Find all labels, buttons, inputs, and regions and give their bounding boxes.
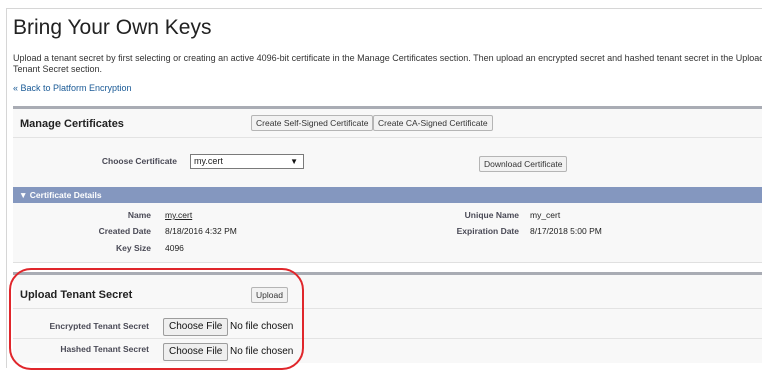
hashed-tenant-secret-label: Hashed Tenant Secret xyxy=(60,344,149,354)
manage-certificates-title: Manage Certificates xyxy=(20,118,124,130)
name-label: Name xyxy=(127,210,151,220)
created-date-label: Created Date xyxy=(98,226,151,236)
encrypted-tenant-secret-choose-file-button[interactable]: Choose File xyxy=(163,318,229,336)
choose-certificate-select[interactable]: my.cert ▼ xyxy=(190,154,304,169)
manage-certificates-header: Manage Certificates Create Self-Signed C… xyxy=(13,109,762,138)
certificate-details-header: ▼ Certificate Details xyxy=(19,190,102,200)
certificate-name-link[interactable]: my.cert xyxy=(165,210,192,220)
expiration-date-label: Expiration Date xyxy=(456,226,519,236)
key-size-value: 4096 xyxy=(165,243,184,253)
page-title: Bring Your Own Keys xyxy=(13,16,212,39)
back-to-platform-encryption-link[interactable]: « Back to Platform Encryption xyxy=(13,83,132,93)
certificate-details-toggle[interactable]: ▼ Certificate Details xyxy=(13,187,762,203)
choose-certificate-label: Choose Certificate xyxy=(101,156,177,166)
manage-certificates-panel: Manage Certificates Create Self-Signed C… xyxy=(13,106,762,263)
unique-name-value: my_cert xyxy=(530,210,561,220)
hashed-tenant-secret-choose-file-button[interactable]: Choose File xyxy=(163,343,229,361)
create-ca-signed-certificate-button[interactable]: Create CA-Signed Certificate xyxy=(373,115,493,131)
upload-tenant-secret-header: Upload Tenant Secret Upload xyxy=(13,275,762,309)
encrypted-tenant-secret-file-status: No file chosen xyxy=(230,321,294,332)
download-certificate-button[interactable]: Download Certificate xyxy=(479,156,568,172)
hashed-tenant-secret-file-status: No file chosen xyxy=(230,346,294,357)
unique-name-label: Unique Name xyxy=(464,210,519,220)
created-date-value: 8/18/2016 4:32 PM xyxy=(165,226,237,236)
page-description: Upload a tenant secret by first selectin… xyxy=(13,53,762,74)
row-divider xyxy=(13,338,762,339)
expiration-date-value: 8/17/2018 5:00 PM xyxy=(530,226,602,236)
encrypted-tenant-secret-label: Encrypted Tenant Secret xyxy=(49,321,149,331)
choose-certificate-value: my.cert xyxy=(194,156,223,166)
upload-tenant-secret-title: Upload Tenant Secret xyxy=(20,289,133,301)
upload-button[interactable]: Upload xyxy=(251,287,288,303)
create-self-signed-certificate-button[interactable]: Create Self-Signed Certificate xyxy=(251,115,374,131)
dropdown-arrow-icon: ▼ xyxy=(290,157,298,166)
key-size-label: Key Size xyxy=(116,243,151,253)
upload-tenant-secret-panel: Upload Tenant Secret Upload Encrypted Te… xyxy=(13,272,762,363)
